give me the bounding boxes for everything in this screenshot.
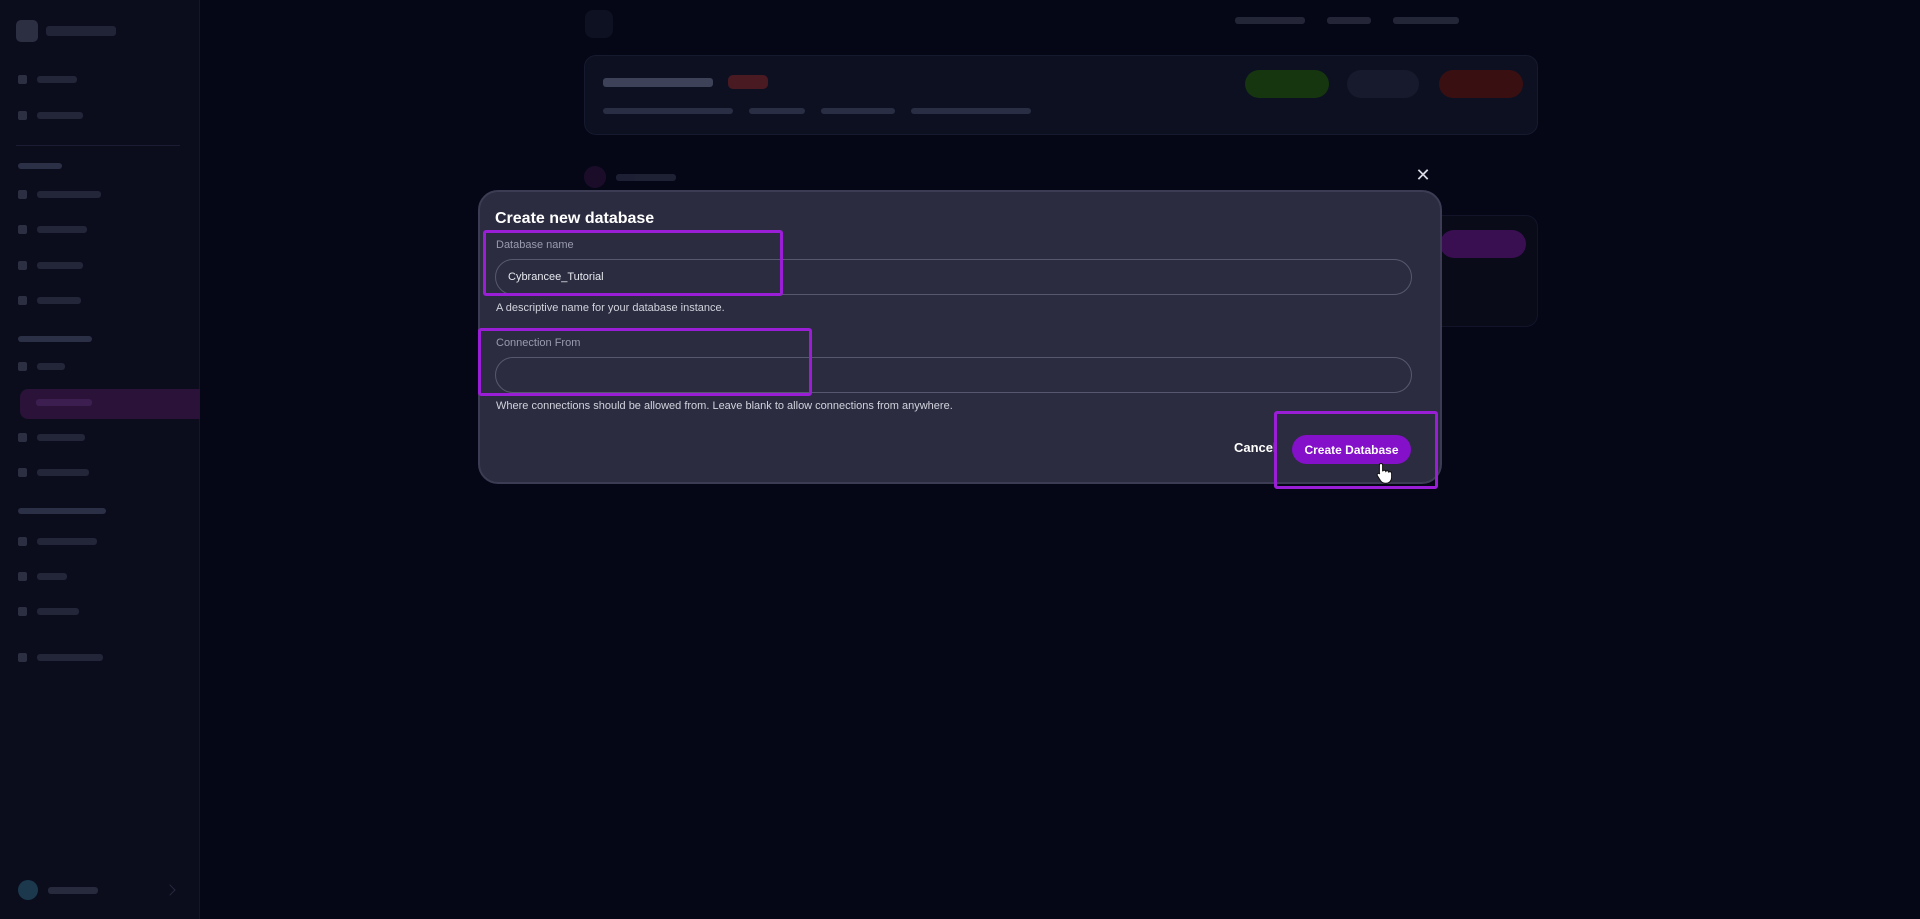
nav-icon	[18, 75, 27, 84]
server-card	[584, 55, 1538, 135]
sidebar-section-heading	[18, 163, 62, 169]
sidebar	[0, 0, 200, 919]
database-name-helper: A descriptive name for your database ins…	[496, 302, 725, 314]
logo-icon	[16, 20, 38, 42]
nav-icon	[18, 572, 27, 581]
sidebar-item[interactable]	[18, 190, 101, 199]
nav-icon	[18, 225, 27, 234]
sidebar-item[interactable]	[18, 225, 87, 234]
sidebar-item[interactable]	[18, 653, 103, 662]
server-title	[603, 78, 713, 87]
sidebar-item[interactable]	[18, 362, 65, 371]
sidebar-divider	[16, 145, 180, 146]
database-name-input[interactable]	[495, 259, 1412, 295]
nav-icon	[18, 190, 27, 199]
top-links	[1235, 17, 1459, 24]
nav-icon	[18, 653, 27, 662]
stop-button[interactable]	[1439, 70, 1523, 98]
nav-icon	[18, 362, 27, 371]
create-database-button[interactable]: Create Database	[1292, 435, 1411, 464]
sidebar-item[interactable]	[18, 111, 83, 120]
sidebar-item[interactable]	[18, 75, 77, 84]
new-database-button[interactable]	[1440, 230, 1526, 258]
sidebar-item-databases[interactable]	[36, 399, 92, 406]
sidebar-item[interactable]	[18, 261, 83, 270]
menu-toggle-button[interactable]	[585, 10, 613, 38]
connection-from-input[interactable]	[495, 357, 1412, 393]
sidebar-item[interactable]	[18, 433, 85, 442]
sidebar-section-heading	[18, 336, 92, 342]
nav-icon	[18, 296, 27, 305]
nav-icon	[18, 433, 27, 442]
server-meta	[603, 108, 1031, 114]
avatar	[18, 880, 38, 900]
databases-heading	[584, 166, 676, 188]
sidebar-section-heading	[18, 508, 106, 514]
restart-button[interactable]	[1347, 70, 1419, 98]
sidebar-item[interactable]	[18, 572, 67, 581]
nav-icon	[18, 468, 27, 477]
nav-icon	[18, 537, 27, 546]
chevron-icon	[164, 884, 176, 896]
cancel-button[interactable]: Cancel	[1234, 440, 1277, 455]
sidebar-item[interactable]	[18, 468, 89, 477]
top-link[interactable]	[1327, 17, 1371, 24]
database-name-label: Database name	[496, 239, 574, 251]
user-menu[interactable]	[18, 880, 176, 900]
sidebar-item[interactable]	[18, 537, 97, 546]
status-badge	[728, 75, 768, 89]
nav-icon	[18, 111, 27, 120]
start-button[interactable]	[1245, 70, 1329, 98]
connection-from-helper: Where connections should be allowed from…	[496, 400, 953, 412]
top-link[interactable]	[1235, 17, 1305, 24]
close-icon[interactable]: ✕	[1413, 166, 1433, 186]
nav-icon	[18, 607, 27, 616]
hand-pointer-icon	[1376, 462, 1392, 484]
sidebar-item[interactable]	[18, 607, 79, 616]
modal-title: Create new database	[495, 210, 655, 227]
top-link[interactable]	[1393, 17, 1459, 24]
sidebar-item[interactable]	[18, 296, 81, 305]
nav-icon	[18, 261, 27, 270]
database-icon	[584, 166, 606, 188]
connection-from-label: Connection From	[496, 337, 581, 349]
app-logo	[16, 20, 116, 42]
